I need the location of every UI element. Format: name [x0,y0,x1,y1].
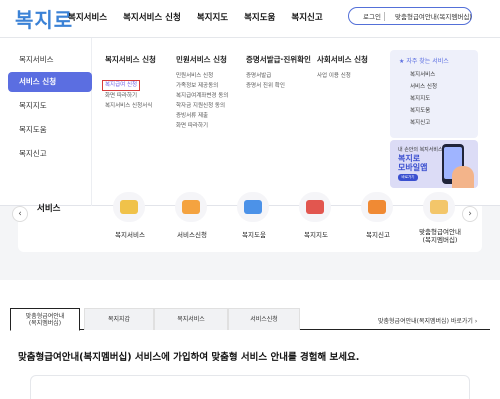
menu-column-civil-apply: 민원서비스 신청 민원서비스 신청 가족정보 제공동의 복지급여계좌변경 동의 … [176,54,228,131]
menu-item[interactable]: 화면 따라하기 [176,121,228,131]
mega-menu: 복지서비스 서비스 신청 복지지도 복지도움 복지신고 복지서비스 신청 복지급… [0,38,500,206]
menu-column-heading: 증명서발급·진위확인 [246,55,311,64]
menu-item[interactable]: 사업 이용 신청 [317,71,368,81]
menu-item[interactable]: 학자금 지원신청 동의 [176,101,228,111]
welfare-service-icon[interactable] [111,192,149,222]
favorites-list: 복지서비스 서비스 신청 복지지도 복지도움 복지신고 [410,70,437,130]
sidebar-item-service-apply[interactable]: 서비스 신청 [8,72,92,92]
nav-welfare-help[interactable]: 복지도움 [244,11,275,23]
menu-item[interactable]: 민원서비스 신청 [176,71,228,81]
sidebar: 복지서비스 서비스 신청 복지지도 복지도움 복지신고 [0,38,92,206]
welfare-report-icon[interactable] [359,192,397,222]
tab-membership[interactable]: 맞춤형급여안내 (복지멤버십) [10,308,80,331]
menu-column-heading: 사회서비스 신청 [317,55,368,64]
banner-go-button[interactable]: 바로가기 [398,174,418,181]
welfare-map-icon[interactable] [297,192,335,222]
membership-description: 맞춤형급여안내(복지멤버십) 서비스에 가입하여 맞춤형 서비스 안내를 경험해… [18,352,360,363]
menu-column-heading: 복지서비스 신청 [105,55,156,64]
welfare-help-icon[interactable] [235,192,273,222]
user-pill: 로그인 맞춤형급여안내(복지멤버십) [348,7,472,25]
banner-subtitle: 내 손안의 복지서비스 [398,147,443,153]
menu-item[interactable]: 증명서발급 [246,71,311,81]
favorite-link[interactable]: 복지신고 [410,118,437,130]
star-icon: ★ [399,58,405,65]
membership-section: 맞춤형급여안내 (복지멤버십) 복지지갑 복지서비스 서비스신청 맞춤형급여안내… [0,280,500,399]
menu-item[interactable]: 증명서 진위 확인 [246,81,311,91]
membership-icon[interactable] [421,192,459,222]
favorite-link[interactable]: 서비스 신청 [410,82,437,94]
services-title: 서비스 [37,204,61,214]
service-label[interactable]: 복지도움 [224,231,284,239]
content-panel [30,375,470,399]
service-apply-icon[interactable] [173,192,211,222]
nav-welfare-map[interactable]: 복지지도 [197,11,228,23]
hand-icon [452,166,474,188]
service-label[interactable]: 복지서비스 [100,231,160,239]
tab-wallet[interactable]: 복지지갑 [84,308,154,330]
membership-shortcut-link[interactable]: 맞춤형급여안내(복지멤버십) 바로가기 › [378,316,477,325]
nav-service-apply[interactable]: 복지서비스 신청 [123,11,181,23]
service-label[interactable]: 복지지도 [286,231,346,239]
menu-item[interactable]: 복지급여계좌변경 동의 [176,91,228,101]
service-label[interactable]: 서비스신청 [162,231,222,239]
menu-item-welfare-benefit-apply[interactable]: 복지급여 신청 [102,80,141,91]
menu-column-welfare-apply: 복지서비스 신청 복지급여 신청 화면 따라하기 복지서비스 신청서식 [102,54,156,111]
prev-arrow-button[interactable]: ‹ [12,206,28,222]
custom-info-link[interactable]: 맞춤형급여안내(복지멤버십) [395,11,472,21]
next-arrow-button[interactable]: › [462,206,478,222]
menu-column-certificate: 증명서발급·진위확인 증명서발급 증명서 진위 확인 [246,54,311,91]
nav-welfare-service[interactable]: 복지서비스 [68,11,107,23]
nav-welfare-report[interactable]: 복지신고 [291,11,322,23]
mobile-app-banner[interactable]: 내 손안의 복지서비스 복지로 모바일앱 바로가기 [390,140,478,188]
sidebar-item-welfare-service[interactable]: 복지서비스 [8,50,92,70]
menu-column-heading: 민원서비스 신청 [176,55,227,64]
tab-service-apply[interactable]: 서비스신청 [228,308,300,330]
sidebar-item-welfare-help[interactable]: 복지도움 [8,120,92,140]
favorites-box: ★ 자주 찾는 서비스 복지서비스 서비스 신청 복지지도 복지도움 복지신고 [390,50,478,138]
favorites-title: ★ 자주 찾는 서비스 [399,56,449,65]
header: 복지로 복지서비스 복지서비스 신청 복지지도 복지도움 복지신고 로그인 맞춤… [0,0,500,38]
divider [384,12,385,21]
menu-item[interactable]: 복지서비스 신청서식 [105,101,156,111]
sidebar-item-welfare-map[interactable]: 복지지도 [8,96,92,116]
favorite-link[interactable]: 복지도움 [410,106,437,118]
menu-item[interactable]: 증빙서류 제출 [176,111,228,121]
service-label[interactable]: 복지신고 [348,231,408,239]
favorite-link[interactable]: 복지지도 [410,94,437,106]
favorites-title-text: 자주 찾는 서비스 [406,58,449,65]
site-logo[interactable]: 복지로 [15,4,73,33]
tab-welfare-service[interactable]: 복지서비스 [154,308,228,330]
favorite-link[interactable]: 복지서비스 [410,70,437,82]
menu-column-social-service: 사회서비스 신청 사업 이용 신청 [317,54,368,81]
main-nav: 복지서비스 복지서비스 신청 복지지도 복지도움 복지신고 [68,11,339,23]
sidebar-item-welfare-report[interactable]: 복지신고 [8,144,92,164]
login-link[interactable]: 로그인 [363,11,381,21]
service-label[interactable]: 맞춤형급여안내 (복지멤버십) [410,228,470,244]
banner-title-2: 모바일앱 [398,163,428,172]
menu-item[interactable]: 가족정보 제공동의 [176,81,228,91]
menu-item[interactable]: 화면 따라하기 [105,91,156,101]
